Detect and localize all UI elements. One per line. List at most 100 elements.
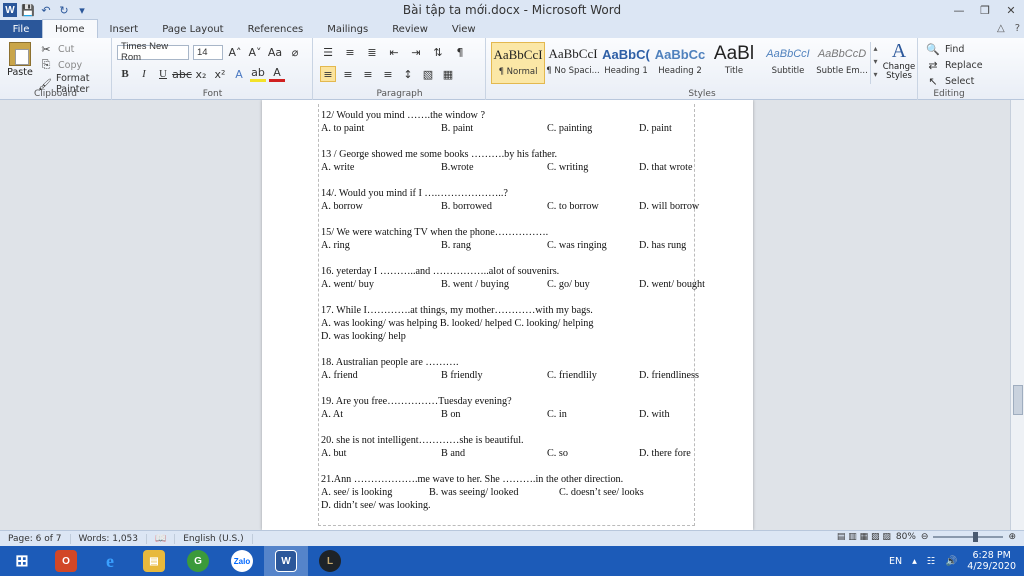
language-indicator[interactable]: English (U.S.) xyxy=(175,533,253,544)
change-styles-button[interactable]: A Change Styles xyxy=(881,40,917,81)
volume-icon[interactable]: 🔊 xyxy=(945,556,957,567)
answer-option: A. borrow xyxy=(321,201,363,212)
taskbar-ie[interactable]: e xyxy=(88,546,132,576)
underline-icon[interactable]: U xyxy=(155,66,171,82)
proofing-icon[interactable]: 📖 xyxy=(147,533,176,544)
style-subtitle[interactable]: AaBbCcI Subtitle xyxy=(761,42,815,84)
zoom-level[interactable]: 80% xyxy=(896,532,916,542)
undo-icon[interactable]: ↶ xyxy=(39,3,53,17)
align-left-icon[interactable]: ≡ xyxy=(320,66,336,82)
decrease-indent-icon[interactable]: ⇤ xyxy=(386,44,402,60)
zalo-icon: Zalo xyxy=(231,550,253,572)
network-icon[interactable]: ☷ xyxy=(927,556,936,567)
style-heading-2[interactable]: AaBbCc Heading 2 xyxy=(653,42,707,84)
replace-button[interactable]: ⇄ Replace xyxy=(925,57,982,73)
answer-option: D. that wrote xyxy=(639,162,693,173)
taskbar-word[interactable]: W xyxy=(264,546,308,576)
tab-view[interactable]: View xyxy=(440,20,488,38)
taskbar-explorer[interactable]: ▤ xyxy=(132,546,176,576)
shading-icon[interactable]: ▧ xyxy=(420,66,436,82)
styles-scroll[interactable]: ▴ ▾ ▾ xyxy=(870,42,880,84)
increase-indent-icon[interactable]: ⇥ xyxy=(408,44,424,60)
paste-button[interactable]: Paste xyxy=(6,42,34,78)
change-styles-icon: A xyxy=(891,40,907,62)
font-color-icon[interactable]: A xyxy=(269,66,285,82)
taskbar-office[interactable]: O xyxy=(44,546,88,576)
word-app-icon[interactable]: W xyxy=(3,3,17,17)
text-effects-icon[interactable]: A xyxy=(231,66,247,82)
align-center-icon[interactable]: ≡ xyxy=(340,66,356,82)
tab-home[interactable]: Home xyxy=(42,19,98,38)
close-icon[interactable]: ✕ xyxy=(998,0,1024,20)
strikethrough-icon[interactable]: abc xyxy=(172,66,192,82)
justify-icon[interactable]: ≡ xyxy=(380,66,396,82)
tab-mailings[interactable]: Mailings xyxy=(315,20,380,38)
taskbar-greenshot[interactable]: G xyxy=(176,546,220,576)
tab-review[interactable]: Review xyxy=(380,20,440,38)
save-icon[interactable]: 💾 xyxy=(21,3,35,17)
style-normal[interactable]: AaBbCcI ¶ Normal xyxy=(491,42,545,84)
tab-file[interactable]: File xyxy=(0,20,42,38)
language-tray[interactable]: EN xyxy=(889,556,902,567)
borders-icon[interactable]: ▦ xyxy=(440,66,456,82)
sort-icon[interactable]: ⇅ xyxy=(430,44,446,60)
page-count[interactable]: Page: 6 of 7 xyxy=(0,533,71,544)
answer-options-row: A. friend B friendly C. friendlily D. frien… xyxy=(321,370,699,383)
highlight-icon[interactable]: ab xyxy=(250,66,266,82)
pilcrow-icon[interactable]: ¶ xyxy=(452,44,468,60)
document-body[interactable]: 12/ Would you mind …….the window ? A. to … xyxy=(318,104,705,526)
scrollbar-thumb[interactable] xyxy=(1013,385,1023,415)
cut-button[interactable]: ✂ Cut xyxy=(38,41,74,57)
subscript-icon[interactable]: x₂ xyxy=(193,66,209,82)
find-button[interactable]: 🔍 Find xyxy=(925,41,964,57)
style-no-spacing[interactable]: AaBbCcI ¶ No Spaci... xyxy=(546,42,600,84)
style-heading-1[interactable]: AaBbC(Heading 1 xyxy=(599,42,653,84)
bullets-icon[interactable]: ☰ xyxy=(320,44,336,60)
ribbon-minimize-icon[interactable]: △ xyxy=(997,23,1005,34)
question-text: D. didn’t see/ was looking. xyxy=(321,500,431,511)
change-case-icon[interactable]: Aa xyxy=(267,44,283,60)
tray-arrow-icon[interactable]: ▴ xyxy=(912,556,917,567)
superscript-icon[interactable]: x² xyxy=(212,66,228,82)
style-subtle-emphasis[interactable]: AaBbCcD Subtle Em... xyxy=(815,42,869,84)
redo-icon[interactable]: ↻ xyxy=(57,3,71,17)
copy-button[interactable]: ⎘ Copy xyxy=(38,57,83,73)
tab-page-layout[interactable]: Page Layout xyxy=(150,20,235,38)
minimize-icon[interactable]: — xyxy=(946,0,972,20)
numbering-icon[interactable]: ≡ xyxy=(342,44,358,60)
tab-insert[interactable]: Insert xyxy=(98,20,151,38)
question-text: 14/. Would you mind if I ….………………..? xyxy=(321,188,508,199)
grow-font-icon[interactable]: A˄ xyxy=(227,44,243,60)
question-text: 18. Australian people are ………. xyxy=(321,357,459,368)
clock[interactable]: 6:28 PM 4/29/2020 xyxy=(967,550,1016,572)
document-workspace: 12/ Would you mind …….the window ? A. to … xyxy=(0,100,1010,530)
taskbar-zalo[interactable]: Zalo xyxy=(220,546,264,576)
customize-qat-icon[interactable]: ▾ xyxy=(75,3,89,17)
answer-option: B. paint xyxy=(441,123,474,134)
zoom-slider[interactable] xyxy=(933,532,1004,542)
bold-icon[interactable]: B xyxy=(117,66,133,82)
question-line: 18. Australian people are ………. xyxy=(321,357,693,370)
align-right-icon[interactable]: ≡ xyxy=(360,66,376,82)
italic-icon[interactable]: I xyxy=(136,66,152,82)
multilevel-list-icon[interactable]: ≣ xyxy=(364,44,380,60)
clear-formatting-icon[interactable]: ⌀ xyxy=(287,44,303,60)
tab-references[interactable]: References xyxy=(236,20,316,38)
word-count[interactable]: Words: 1,053 xyxy=(71,533,148,544)
zoom-in-icon[interactable]: ⊕ xyxy=(1008,532,1016,542)
vertical-scrollbar[interactable] xyxy=(1010,100,1024,530)
line-spacing-icon[interactable]: ↕ xyxy=(400,66,416,82)
view-buttons[interactable]: ▤ ▥ ▦ ▧ ▨ xyxy=(837,532,891,542)
start-button[interactable]: ⊞ xyxy=(0,546,44,576)
help-icon[interactable]: ? xyxy=(1015,23,1020,34)
style-title[interactable]: AaBl Title xyxy=(707,42,761,84)
document-page[interactable]: 12/ Would you mind …….the window ? A. to … xyxy=(262,100,753,530)
restore-icon[interactable]: ❐ xyxy=(972,0,998,20)
taskbar-league[interactable]: L xyxy=(308,546,352,576)
font-family-select[interactable]: Times New Rom xyxy=(117,41,189,63)
font-size-select[interactable]: 14 xyxy=(193,44,223,60)
shrink-font-icon[interactable]: A˅ xyxy=(247,44,263,60)
zoom-slider-thumb[interactable] xyxy=(973,532,979,542)
zoom-out-icon[interactable]: ⊖ xyxy=(921,532,929,542)
select-button[interactable]: ↖ Select xyxy=(925,73,974,89)
